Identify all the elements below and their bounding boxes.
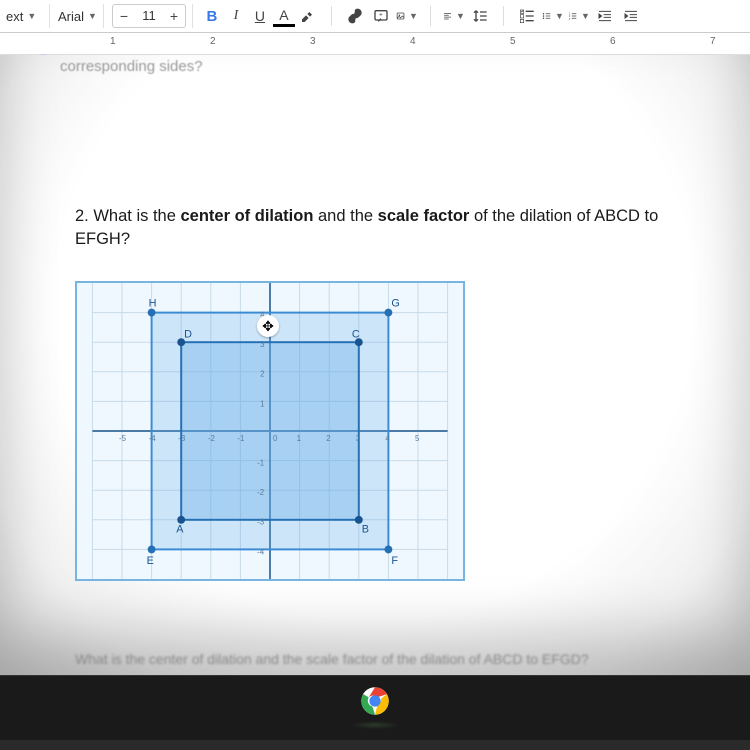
- insert-comment-button[interactable]: +: [370, 5, 392, 27]
- svg-text:1: 1: [297, 434, 301, 443]
- font-dropdown[interactable]: Arial ▼: [52, 4, 104, 28]
- vertex-a: A: [176, 524, 184, 536]
- vertex-h: H: [149, 298, 157, 310]
- chevron-down-icon: ▼: [581, 11, 590, 21]
- increase-font-button[interactable]: +: [163, 5, 185, 27]
- indent-increase-icon: [623, 8, 639, 24]
- bold-term-1: center of dilation: [180, 207, 313, 225]
- vertex-b: B: [362, 524, 369, 536]
- svg-text:-3: -3: [178, 434, 186, 443]
- ruler-mark: 3: [310, 36, 316, 47]
- document-body[interactable]: corresponding sides? 2. What is the cent…: [0, 55, 750, 675]
- svg-text:-3: -3: [257, 518, 265, 527]
- vertex-f: F: [391, 555, 398, 567]
- toolbar-separator: [430, 6, 431, 26]
- svg-text:-4: -4: [257, 548, 265, 557]
- chrome-icon[interactable]: [360, 686, 390, 716]
- ruler-mark: 6: [610, 36, 616, 47]
- checklist-icon: [519, 8, 535, 24]
- ruler-mark: 2: [210, 36, 216, 47]
- style-label: ext: [6, 9, 23, 24]
- align-button[interactable]: ▼: [443, 5, 465, 27]
- partial-next-question: What is the center of dilation and the s…: [75, 651, 589, 667]
- decrease-font-button[interactable]: −: [113, 5, 135, 27]
- italic-button[interactable]: I: [225, 5, 247, 27]
- numbered-list-icon: 123: [568, 8, 577, 24]
- bulleted-list-button[interactable]: ▼: [542, 5, 564, 27]
- style-dropdown[interactable]: ext ▼: [0, 4, 50, 28]
- svg-text:3: 3: [260, 340, 265, 349]
- line-spacing-button[interactable]: [469, 5, 491, 27]
- svg-text:4: 4: [385, 434, 390, 443]
- underline-button[interactable]: U: [249, 5, 271, 27]
- document-ruler[interactable]: ▾ 1 2 3 4 5 6 7: [0, 33, 750, 55]
- svg-text:-5: -5: [119, 434, 127, 443]
- chevron-down-icon: ▼: [555, 11, 564, 21]
- svg-text:3: 3: [356, 434, 361, 443]
- vertex-d: D: [184, 328, 192, 340]
- svg-text:2: 2: [260, 370, 264, 379]
- align-left-icon: [443, 8, 452, 24]
- insert-link-button[interactable]: [344, 5, 366, 27]
- toolbar-separator: [503, 6, 504, 26]
- bold-term-2: scale factor: [378, 207, 470, 225]
- ruler-mark: 7: [710, 36, 716, 47]
- laptop-hinge: [350, 721, 400, 729]
- line-spacing-icon: [472, 8, 488, 24]
- svg-text:5: 5: [415, 434, 420, 443]
- chevron-down-icon: ▼: [409, 11, 418, 21]
- ruler-mark: 5: [510, 36, 516, 47]
- decrease-indent-button[interactable]: [594, 5, 616, 27]
- svg-text:-2: -2: [208, 434, 215, 443]
- chevron-down-icon: ▼: [27, 11, 36, 21]
- svg-text:+: +: [379, 12, 383, 19]
- svg-text:0: 0: [273, 434, 278, 443]
- font-name-label: Arial: [58, 9, 84, 24]
- svg-text:-1: -1: [257, 459, 264, 468]
- image-icon: [396, 8, 405, 24]
- chevron-down-icon: ▼: [456, 11, 465, 21]
- link-icon: [347, 8, 363, 24]
- checklist-button[interactable]: [516, 5, 538, 27]
- svg-text:-4: -4: [149, 434, 157, 443]
- highlighter-icon: [300, 8, 316, 24]
- ruler-mark: 4: [410, 36, 416, 47]
- vertex-e: E: [147, 555, 154, 567]
- partial-question-text: corresponding sides?: [50, 55, 700, 75]
- font-size-value[interactable]: 11: [135, 5, 163, 27]
- comment-icon: +: [373, 8, 389, 24]
- numbered-list-button[interactable]: 123 ▼: [568, 5, 590, 27]
- svg-text:-2: -2: [257, 488, 264, 497]
- toolbar-separator: [331, 6, 332, 26]
- chevron-down-icon: ▼: [88, 11, 97, 21]
- formatting-toolbar: ext ▼ Arial ▼ − 11 + B I U A + ▼: [0, 0, 750, 33]
- question-number: 2.: [75, 207, 89, 225]
- svg-text:1: 1: [260, 400, 264, 409]
- svg-text:2: 2: [326, 434, 330, 443]
- vertex-c: C: [352, 328, 360, 340]
- increase-indent-button[interactable]: [620, 5, 642, 27]
- bold-button[interactable]: B: [201, 5, 223, 27]
- font-size-control: − 11 +: [106, 4, 193, 28]
- vertex-g: G: [391, 298, 399, 310]
- ruler-mark: 1: [110, 36, 116, 47]
- highlight-button[interactable]: [297, 5, 319, 27]
- text-color-button[interactable]: A: [273, 5, 295, 27]
- question-text: 2. What is the center of dilation and th…: [75, 205, 700, 251]
- coordinate-graph[interactable]: H G E F D C A B -5-4-3-2-1012345 4321-1-…: [75, 281, 465, 581]
- insert-image-button[interactable]: ▼: [396, 5, 418, 27]
- laptop-bezel: [0, 675, 750, 740]
- svg-text:-1: -1: [237, 434, 244, 443]
- bullet-list-icon: [542, 8, 551, 24]
- indent-decrease-icon: [597, 8, 613, 24]
